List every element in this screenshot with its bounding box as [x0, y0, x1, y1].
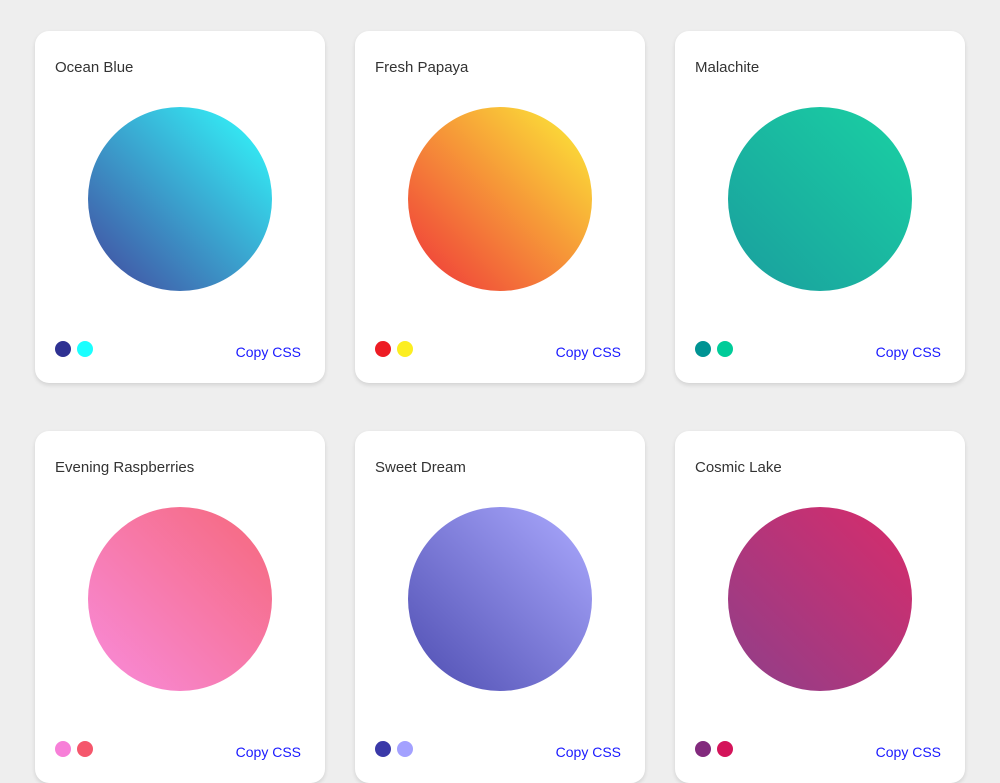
- gradient-card: Fresh Papaya Copy CSS: [355, 31, 645, 383]
- color-swatch-end[interactable]: [77, 341, 93, 357]
- gradient-preview: [728, 107, 912, 291]
- color-swatch-start[interactable]: [55, 341, 71, 357]
- gradient-card: Malachite Copy CSS: [675, 31, 965, 383]
- gradient-preview: [408, 507, 592, 691]
- gradient-card: Evening Raspberries Copy CSS: [35, 431, 325, 783]
- gradient-title: Sweet Dream: [375, 459, 466, 476]
- gradient-title: Ocean Blue: [55, 59, 134, 76]
- gradient-card: Cosmic Lake Copy CSS: [675, 431, 965, 783]
- gradient-title: Evening Raspberries: [55, 459, 195, 476]
- gradient-card: Sweet Dream Copy CSS: [355, 431, 645, 783]
- copy-css-button[interactable]: Copy CSS: [556, 744, 621, 760]
- copy-css-button[interactable]: Copy CSS: [876, 344, 941, 360]
- color-swatch-start[interactable]: [55, 741, 71, 757]
- color-swatch-end[interactable]: [717, 741, 733, 757]
- copy-css-button[interactable]: Copy CSS: [556, 344, 621, 360]
- gradient-title: Cosmic Lake: [695, 459, 782, 476]
- color-swatch-start[interactable]: [375, 741, 391, 757]
- color-swatches: [55, 741, 93, 757]
- copy-css-button[interactable]: Copy CSS: [236, 344, 301, 360]
- copy-css-button[interactable]: Copy CSS: [876, 744, 941, 760]
- color-swatch-start[interactable]: [695, 341, 711, 357]
- color-swatches: [55, 341, 93, 357]
- gradient-preview: [728, 507, 912, 691]
- color-swatch-end[interactable]: [717, 341, 733, 357]
- color-swatches: [375, 741, 413, 757]
- gradient-grid: Ocean Blue Copy CSS Fresh Papaya Copy CSS…: [35, 31, 965, 783]
- gradient-preview: [408, 107, 592, 291]
- color-swatch-end[interactable]: [397, 341, 413, 357]
- color-swatch-start[interactable]: [695, 741, 711, 757]
- color-swatch-end[interactable]: [77, 741, 93, 757]
- color-swatches: [695, 741, 733, 757]
- gradient-preview: [88, 507, 272, 691]
- copy-css-button[interactable]: Copy CSS: [236, 744, 301, 760]
- color-swatches: [375, 341, 413, 357]
- color-swatch-start[interactable]: [375, 341, 391, 357]
- gradient-title: Malachite: [695, 59, 760, 76]
- gradient-preview: [88, 107, 272, 291]
- color-swatch-end[interactable]: [397, 741, 413, 757]
- gradient-title: Fresh Papaya: [375, 59, 469, 76]
- color-swatches: [695, 341, 733, 357]
- gradient-card: Ocean Blue Copy CSS: [35, 31, 325, 383]
